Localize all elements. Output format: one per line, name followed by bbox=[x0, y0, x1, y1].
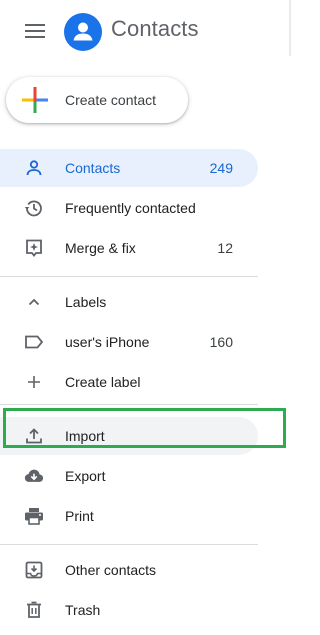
main-menu-button[interactable] bbox=[19, 15, 51, 47]
label-item-users-iphone[interactable]: user's iPhone 160 bbox=[0, 323, 258, 361]
printer-icon bbox=[24, 506, 44, 526]
person-icon bbox=[24, 158, 44, 178]
create-contact-label: Create contact bbox=[65, 92, 157, 108]
label-item-label: user's iPhone bbox=[65, 334, 150, 350]
nav-item-print[interactable]: Print bbox=[0, 497, 258, 535]
create-contact-button[interactable]: Create contact bbox=[6, 77, 188, 123]
label-item-count: 160 bbox=[209, 334, 233, 350]
create-label-label: Create label bbox=[65, 374, 141, 390]
plus-icon bbox=[24, 372, 44, 392]
nav-item-trash[interactable]: Trash bbox=[0, 591, 258, 629]
nav-item-label: Merge & fix bbox=[65, 240, 136, 256]
create-label-button[interactable]: Create label bbox=[0, 363, 258, 401]
nav-item-label: Trash bbox=[65, 602, 101, 618]
nav-item-frequently-contacted[interactable]: Frequently contacted bbox=[0, 189, 258, 227]
nav-item-merge-fix[interactable]: Merge & fix 12 bbox=[0, 229, 258, 267]
archive-download-icon bbox=[24, 560, 44, 580]
nav-item-label: Frequently contacted bbox=[65, 200, 196, 216]
contacts-count: 249 bbox=[209, 160, 233, 176]
app-header: Contacts bbox=[0, 0, 291, 64]
nav-item-label: Other contacts bbox=[65, 562, 157, 578]
app-title: Contacts bbox=[111, 16, 199, 41]
nav-item-export[interactable]: Export bbox=[0, 457, 258, 495]
nav-item-label: Print bbox=[65, 508, 94, 524]
import-highlight-annotation bbox=[3, 408, 286, 448]
labels-header-label: Labels bbox=[65, 294, 107, 310]
trash-icon bbox=[24, 600, 44, 620]
contacts-logo[interactable] bbox=[64, 13, 102, 51]
nav-item-label: Contacts bbox=[65, 160, 121, 176]
history-icon bbox=[24, 198, 44, 218]
section-divider bbox=[0, 276, 258, 277]
chevron-up-icon bbox=[24, 292, 44, 312]
merge-fix-count: 12 bbox=[217, 240, 233, 256]
google-plus-icon bbox=[22, 87, 48, 113]
section-divider bbox=[0, 404, 258, 405]
label-tag-icon bbox=[24, 332, 44, 352]
nav-item-other-contacts[interactable]: Other contacts bbox=[0, 551, 258, 589]
nav-item-contacts[interactable]: Contacts 249 bbox=[0, 149, 258, 187]
cloud-download-icon bbox=[24, 466, 44, 486]
header-edge-divider bbox=[289, 0, 291, 56]
merge-sparkle-icon bbox=[24, 238, 44, 258]
contacts-person-icon bbox=[64, 13, 102, 51]
labels-section-toggle[interactable]: Labels bbox=[0, 283, 258, 321]
nav-item-label: Export bbox=[65, 468, 106, 484]
section-divider bbox=[0, 544, 258, 545]
hamburger-menu-icon bbox=[25, 24, 45, 38]
